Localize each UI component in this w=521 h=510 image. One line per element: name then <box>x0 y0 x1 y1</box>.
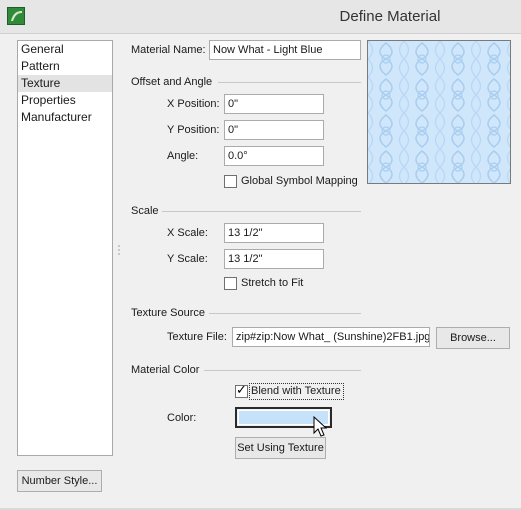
sidebar-item-manufacturer[interactable]: Manufacturer <box>18 109 112 126</box>
sidebar-item-texture[interactable]: Texture <box>18 75 112 92</box>
window-title: Define Material <box>339 8 441 25</box>
sidebar-item-properties[interactable]: Properties <box>18 92 112 109</box>
offset-angle-section-title: Offset and Angle <box>131 76 213 88</box>
x-position-label: X Position: <box>167 98 220 110</box>
x-scale-field[interactable]: 13 1/2" <box>224 223 324 243</box>
texture-source-divider <box>209 313 361 314</box>
browse-button[interactable]: Browse... <box>436 327 510 349</box>
texture-file-label: Texture File: <box>167 331 227 343</box>
blend-with-texture-label: Blend with Texture <box>251 385 341 397</box>
material-name-field[interactable]: Now What - Light Blue <box>209 40 361 60</box>
stretch-to-fit-checkbox[interactable] <box>224 277 237 290</box>
color-label: Color: <box>167 412 197 424</box>
blend-with-texture-checkbox[interactable]: ✓ <box>235 382 248 398</box>
angle-label: Angle: <box>167 150 199 162</box>
scale-section-title: Scale <box>131 205 159 217</box>
y-position-label: Y Position: <box>167 124 220 136</box>
title-bar: Define Material <box>0 0 521 34</box>
stretch-to-fit-label: Stretch to Fit <box>241 277 304 289</box>
number-style-button[interactable]: Number Style... <box>17 470 102 492</box>
x-position-field[interactable]: 0" <box>224 94 324 114</box>
texture-file-field[interactable]: zip#zip:Now What_ (Sunshine)2FB1.jpg <box>232 327 430 347</box>
y-position-field[interactable]: 0" <box>224 120 324 140</box>
app-logo-icon[interactable] <box>7 7 25 25</box>
global-symbol-mapping-label: Global Symbol Mapping <box>241 175 358 187</box>
scale-divider <box>162 211 361 212</box>
mouse-cursor-icon <box>313 415 328 441</box>
x-scale-label: X Scale: <box>167 227 208 239</box>
material-color-section-title: Material Color <box>131 364 200 376</box>
sidebar-item-pattern[interactable]: Pattern <box>18 58 112 75</box>
y-scale-label: Y Scale: <box>167 253 208 265</box>
checkmark-icon: ✓ <box>236 382 247 397</box>
offset-angle-divider <box>218 82 361 83</box>
y-scale-field[interactable]: 13 1/2" <box>224 249 324 269</box>
global-symbol-mapping-checkbox[interactable] <box>224 175 237 188</box>
splitter-grip[interactable] <box>118 244 120 258</box>
category-list[interactable]: General Pattern Texture Properties Manuf… <box>17 40 113 456</box>
material-name-label: Material Name: <box>131 44 206 56</box>
texture-preview <box>367 40 511 184</box>
material-color-divider <box>204 370 361 371</box>
angle-field[interactable]: 0.0° <box>224 146 324 166</box>
texture-source-section-title: Texture Source <box>131 307 205 319</box>
sidebar-item-general[interactable]: General <box>18 41 112 58</box>
